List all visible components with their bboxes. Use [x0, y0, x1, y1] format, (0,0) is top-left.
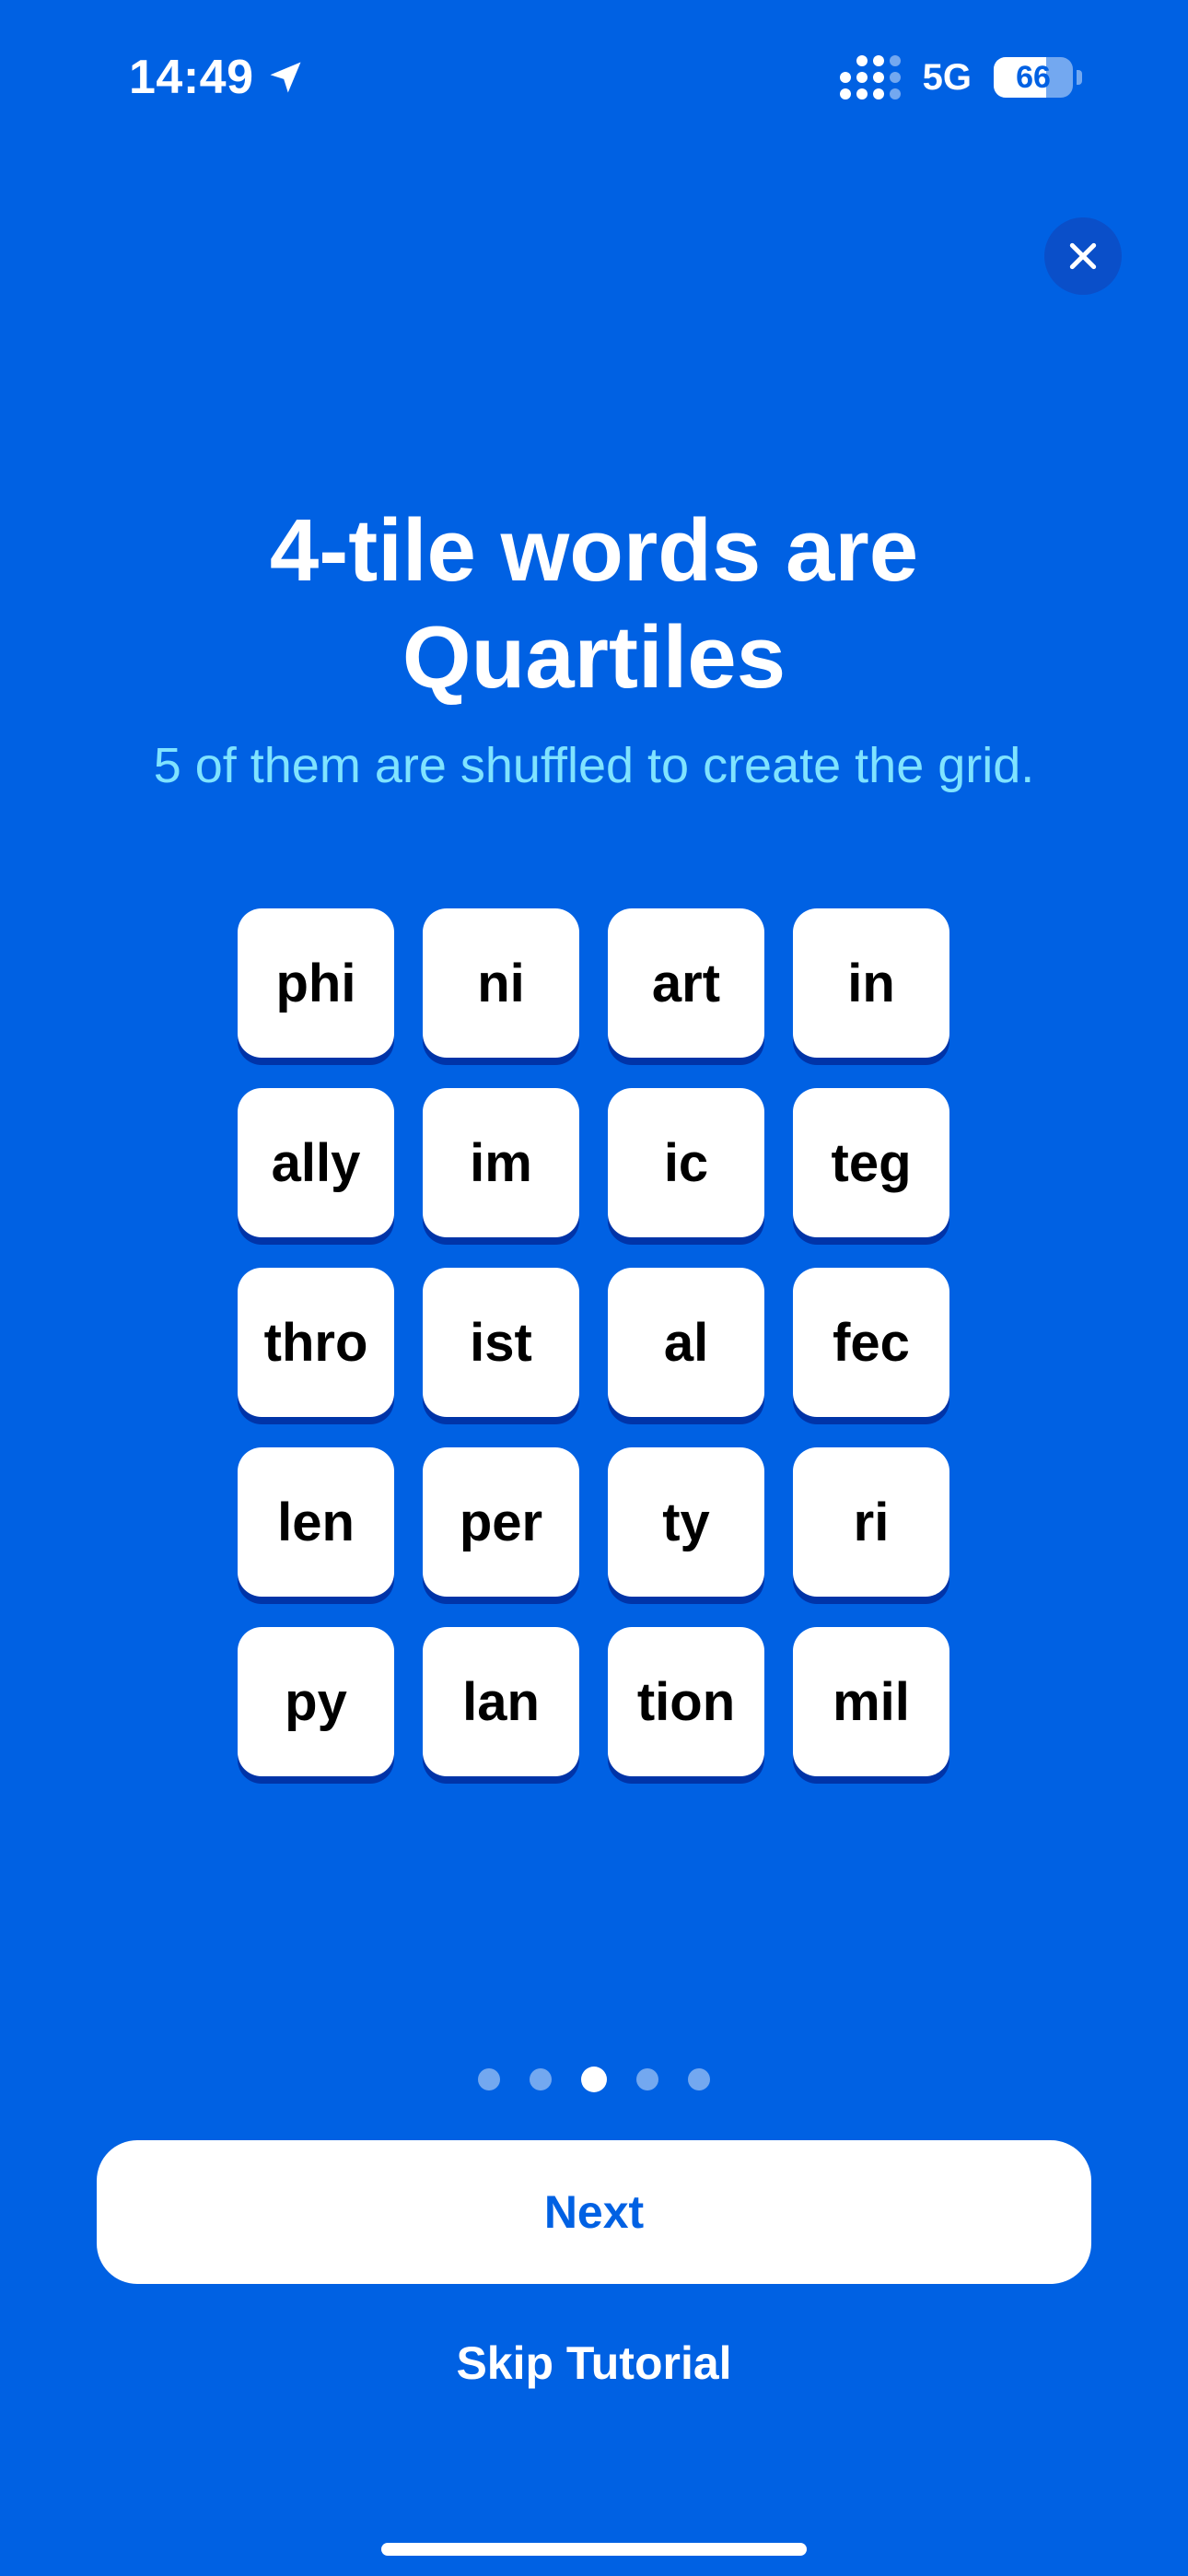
page-dot-active	[581, 2067, 607, 2092]
page-subtitle: 5 of them are shuffled to create the gri…	[153, 738, 1035, 793]
home-indicator	[381, 2543, 807, 2556]
status-indicators: 5G 66	[839, 55, 1082, 100]
word-tile[interactable]: mil	[793, 1627, 949, 1776]
page-indicator	[0, 2067, 1188, 2092]
close-icon	[1069, 242, 1097, 270]
title-line-1: 4-tile words are	[269, 501, 919, 600]
status-time: 14:49	[129, 50, 306, 105]
network-type: 5G	[922, 56, 972, 98]
word-tile[interactable]: ic	[608, 1088, 764, 1237]
title-line-2: Quartiles	[402, 608, 786, 707]
close-button[interactable]	[1044, 217, 1122, 295]
word-tile[interactable]: im	[423, 1088, 579, 1237]
page-title: 4-tile words are Quartiles	[0, 498, 1188, 711]
page-dot	[636, 2068, 658, 2090]
skip-tutorial-button[interactable]: Skip Tutorial	[0, 2336, 1188, 2390]
word-tile[interactable]: per	[423, 1447, 579, 1597]
word-tile[interactable]: in	[793, 908, 949, 1058]
status-bar: 14:49 5G 66	[0, 0, 1188, 147]
word-tile[interactable]: teg	[793, 1088, 949, 1237]
word-tile[interactable]: ni	[423, 908, 579, 1058]
page-dot	[688, 2068, 710, 2090]
tile-grid: phi ni art in ally im ic teg thro ist al fec len per t…	[238, 908, 949, 1776]
battery-level: 66	[1016, 59, 1051, 95]
word-tile[interactable]: phi	[238, 908, 394, 1058]
word-tile[interactable]: art	[608, 908, 764, 1058]
battery-cap	[1077, 70, 1082, 85]
page-dot	[530, 2068, 552, 2090]
clock-text: 14:49	[129, 51, 254, 104]
word-tile[interactable]: ri	[793, 1447, 949, 1597]
word-tile[interactable]: len	[238, 1447, 394, 1597]
word-tile[interactable]: al	[608, 1268, 764, 1417]
battery-icon: 66	[994, 57, 1073, 98]
next-button[interactable]: Next	[97, 2140, 1091, 2284]
word-tile[interactable]: tion	[608, 1627, 764, 1776]
cellular-signal-icon	[839, 55, 901, 100]
word-tile[interactable]: ally	[238, 1088, 394, 1237]
word-tile[interactable]: ist	[423, 1268, 579, 1417]
page-dot	[478, 2068, 500, 2090]
word-tile[interactable]: ty	[608, 1447, 764, 1597]
location-arrow-icon	[270, 62, 300, 93]
word-tile[interactable]: py	[238, 1627, 394, 1776]
word-tile[interactable]: fec	[793, 1268, 949, 1417]
word-tile[interactable]: lan	[423, 1627, 579, 1776]
word-tile[interactable]: thro	[238, 1268, 394, 1417]
